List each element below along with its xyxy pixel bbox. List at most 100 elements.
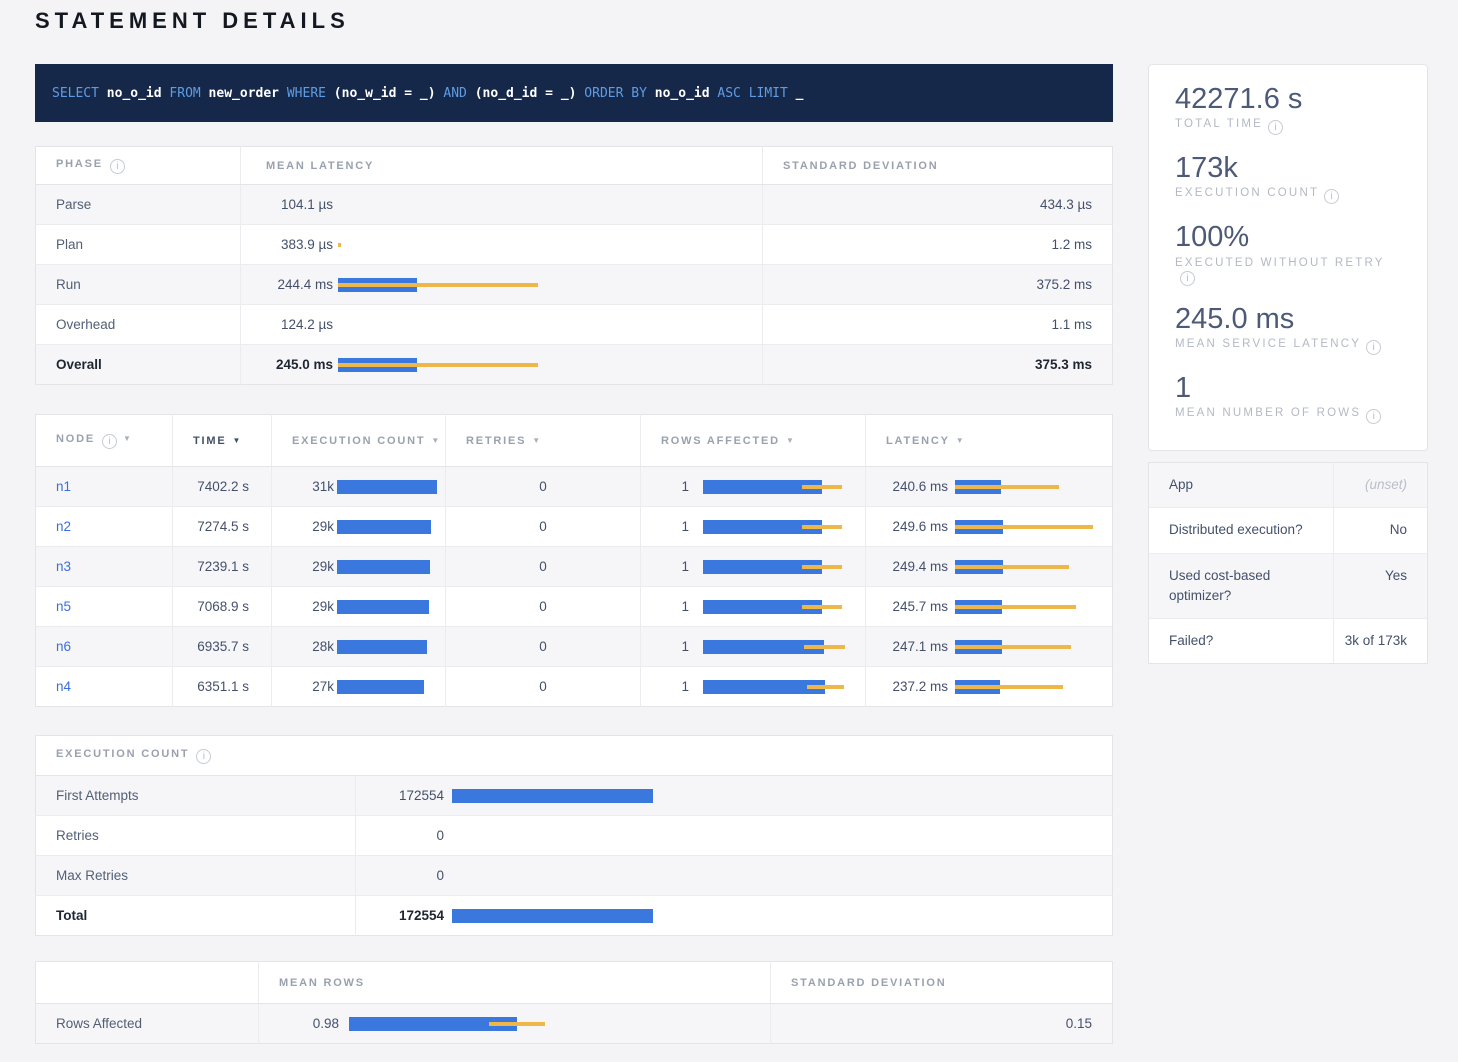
exec-count-value: 0: [356, 828, 444, 843]
latency-value: 245.7 ms: [866, 599, 948, 614]
sort-desc-icon[interactable]: ▼: [786, 436, 796, 445]
std-dev-value: 434.3 µs: [763, 185, 1113, 225]
table-row: Parse 104.1 µs 434.3 µs: [36, 185, 1113, 225]
info-icon[interactable]: i: [1268, 120, 1283, 135]
node-link-cell: n4: [36, 667, 173, 707]
sort-desc-icon[interactable]: ▼: [232, 436, 242, 445]
node-link[interactable]: n6: [56, 639, 71, 654]
info-icon[interactable]: i: [1366, 409, 1381, 424]
info-icon[interactable]: i: [1324, 189, 1339, 204]
stat-label: TOTAL TIME i: [1175, 118, 1403, 135]
latency-value: 249.4 ms: [866, 559, 948, 574]
table-row: Max Retries 0: [36, 856, 1113, 896]
latency-bar: [955, 480, 1059, 494]
detail-label: App: [1149, 463, 1334, 507]
phase-latency-table: PHASEi MEAN LATENCY STANDARD DEVIATION P…: [35, 146, 1113, 385]
blank-column-header: [36, 962, 259, 1004]
time-value: 7239.1 s: [173, 547, 272, 587]
exec-count-cell: 27k: [272, 667, 446, 707]
stddev-bar-segment: [802, 485, 842, 489]
info-icon[interactable]: i: [1180, 271, 1195, 286]
table-row-total: Total 172554: [36, 896, 1113, 936]
table-row: Plan 383.9 µs 1.2 ms: [36, 225, 1113, 265]
rows-affected-cell: 1: [641, 587, 866, 627]
info-icon[interactable]: i: [102, 434, 117, 449]
stddev-bar-segment: [955, 525, 1093, 529]
exec-count-cell: 29k: [272, 547, 446, 587]
count-bar: [337, 520, 431, 534]
latency-cell: 249.4 ms: [866, 547, 1113, 587]
rows-bar: [703, 600, 842, 614]
mean-rows-column-header: MEAN ROWS: [259, 962, 771, 1004]
latency-column-header[interactable]: LATENCY▼: [866, 415, 1113, 467]
info-icon[interactable]: i: [110, 159, 125, 174]
node-link[interactable]: n3: [56, 559, 71, 574]
rows-affected-table: MEAN ROWS STANDARD DEVIATION Rows Affect…: [35, 961, 1113, 1044]
stat-label-text: TOTAL TIME: [1175, 118, 1263, 130]
std-dev-header-label: STANDARD DEVIATION: [783, 160, 938, 172]
summary-stats-card: 42271.6 sTOTAL TIMEi173kEXECUTION COUNTi…: [1148, 64, 1428, 451]
stat-value: 42271.6 s: [1175, 82, 1403, 116]
sort-desc-icon[interactable]: ▼: [956, 436, 966, 445]
exec-count-cell: 29k: [272, 587, 446, 627]
info-icon[interactable]: i: [1366, 340, 1381, 355]
latency-cell: 245.7 ms: [866, 587, 1113, 627]
stat-label: MEAN NUMBER OF ROWSi: [1175, 407, 1403, 424]
exec-count-cell: 172554: [356, 896, 1113, 936]
node-link[interactable]: n2: [56, 519, 71, 534]
latency-value: 249.6 ms: [866, 519, 948, 534]
latency-bar: [955, 640, 1071, 654]
table-row-overall: Overall 245.0 ms 375.3 ms: [36, 345, 1113, 385]
detail-row: Failed?3k of 173k: [1149, 619, 1427, 663]
time-value: 7068.9 s: [173, 587, 272, 627]
exec-table-header-label: EXECUTION COUNT: [56, 748, 189, 760]
statement-details-page: STATEMENT DETAILS SELECT no_o_id FROM ne…: [0, 0, 1458, 1062]
mean-bar-segment: [337, 680, 424, 694]
mean-bar-segment: [337, 480, 437, 494]
latency-value: 247.1 ms: [866, 639, 948, 654]
phase-label: Parse: [36, 185, 241, 225]
time-column-header[interactable]: TIME▼: [173, 415, 272, 467]
rows-affected-value: 1: [641, 599, 689, 614]
rows-affected-column-header[interactable]: ROWS AFFECTED▼: [641, 415, 866, 467]
count-bar: [337, 560, 430, 574]
table-row: First Attempts 172554: [36, 776, 1113, 816]
info-icon[interactable]: i: [196, 749, 211, 764]
rows-bar: [703, 560, 842, 574]
exec-count-cell: 172554: [356, 776, 1113, 816]
stddev-bar-segment: [489, 1022, 545, 1026]
rows-affected-value: 1: [641, 639, 689, 654]
exec-row-label: Total: [36, 896, 356, 936]
node-link[interactable]: n1: [56, 479, 71, 494]
detail-label: Distributed execution?: [1149, 508, 1334, 552]
count-bar: [337, 680, 424, 694]
stat-label: EXECUTION COUNTi: [1175, 187, 1403, 204]
node-link[interactable]: n5: [56, 599, 71, 614]
std-dev-value: 375.3 ms: [763, 345, 1113, 385]
summary-stat: 100%EXECUTED WITHOUT RETRYi: [1175, 220, 1403, 285]
latency-bar: [955, 520, 1093, 534]
sort-desc-icon[interactable]: ▼: [431, 436, 441, 445]
exec-count-value: 31k: [272, 479, 334, 494]
retries-value: 0: [446, 667, 641, 707]
sort-desc-icon[interactable]: ▼: [123, 434, 133, 443]
retries-value: 0: [446, 627, 641, 667]
retries-header-label: RETRIES: [466, 435, 526, 447]
exec-count-cell: 0: [356, 816, 1113, 856]
retries-column-header[interactable]: RETRIES ▼: [446, 415, 641, 467]
mean-latency-cell: 124.2 µs: [241, 305, 763, 345]
node-link[interactable]: n4: [56, 679, 71, 694]
stddev-bar-segment: [955, 565, 1069, 569]
node-link-cell: n5: [36, 587, 173, 627]
summary-stat: 42271.6 s TOTAL TIME i: [1175, 82, 1403, 135]
count-bar: [337, 600, 429, 614]
sort-desc-icon[interactable]: ▼: [532, 436, 542, 445]
main-content: STATEMENT DETAILS SELECT no_o_id FROM ne…: [35, 8, 1113, 1044]
mean-latency-cell: 245.0 ms: [241, 345, 763, 385]
stat-value: 1: [1175, 371, 1403, 405]
execution-count-column-header[interactable]: EXECUTION COUNT▼: [272, 415, 446, 467]
detail-label: Failed?: [1149, 619, 1334, 663]
mean-latency-column-header: MEAN LATENCY: [241, 147, 763, 185]
node-column-header[interactable]: NODEi▼: [36, 415, 173, 467]
exec-count-value: 29k: [272, 519, 334, 534]
